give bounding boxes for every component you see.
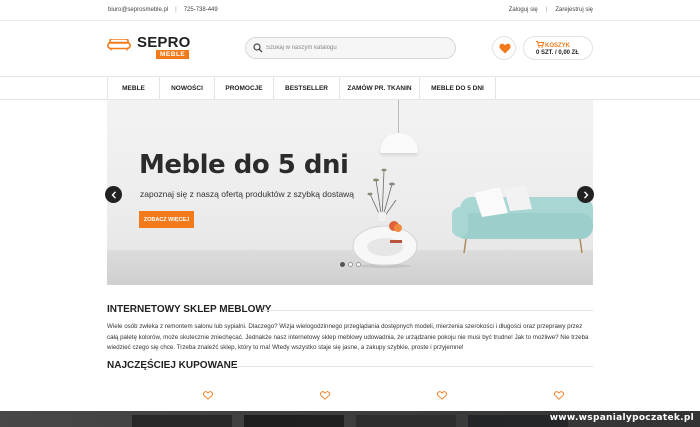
round-table-image	[352, 221, 418, 268]
slider-dot[interactable]	[356, 262, 361, 267]
heart-outline-icon[interactable]	[320, 391, 330, 400]
hero-subtitle: zapoznaj się z naszą ofertą produktów z …	[140, 189, 355, 199]
heart-outline-icon[interactable]	[437, 391, 447, 400]
heart-outline-icon[interactable]	[554, 391, 564, 400]
nav-item-nowosci[interactable]: NOWOŚCI	[159, 77, 214, 100]
contact-info: biuro@seprosmeble.pl | 725-738-449	[108, 7, 218, 13]
heart-outline-icon[interactable]	[203, 391, 213, 400]
sofa-image	[452, 185, 593, 254]
nav-item-meble[interactable]: MEBLE	[107, 77, 159, 100]
hero-title: Meble do 5 dni	[139, 150, 349, 180]
top-bar: biuro@seprosmeble.pl | 725-738-449 Zaloguj…	[0, 0, 700, 21]
section-divider	[232, 366, 593, 367]
nav-item-meble-do-5-dni[interactable]: MEBLE DO 5 DNI	[419, 77, 496, 100]
nav-item-promocje[interactable]: PROMOCJE	[214, 77, 273, 100]
plant-image	[367, 168, 397, 223]
register-link[interactable]: Zarejestruj się	[555, 7, 593, 13]
chevron-right-icon	[583, 190, 588, 199]
login-link[interactable]: Zaloguj się	[509, 7, 538, 13]
header: SEPRO MEBLE KOSZYK 0 SZT. / 0,00 ZŁ	[0, 21, 700, 76]
section-divider	[262, 310, 593, 311]
wishlist-button[interactable]	[492, 36, 516, 60]
search-box	[245, 37, 456, 59]
slider-next-button[interactable]	[577, 186, 594, 203]
account-links: Zaloguj się | Zarejestruj się	[508, 7, 593, 13]
cart-label: KOSZYK	[545, 43, 571, 49]
nav-item-zamow-probki[interactable]: ZAMÓW PR. TKANIN	[339, 77, 419, 100]
cart-icon	[536, 41, 545, 48]
section-title-shop: INTERNETOWY SKLEP MEBLOWY	[107, 304, 272, 315]
hero-slider: Meble do 5 dni zapoznaj się z naszą ofer…	[107, 100, 593, 285]
logo-brand: SEPRO	[137, 34, 191, 51]
watermark-text: www.wspanialypoczatek.pl	[549, 413, 694, 423]
lamp-cord	[398, 100, 399, 133]
main-nav: MEBLE NOWOŚCI PROMOCJE BESTSELLER ZAMÓW …	[0, 76, 700, 100]
intro-text: Wiele osób zwleka z remontem salonu lub …	[107, 323, 589, 351]
slider-dots	[340, 262, 361, 267]
cart-summary: 0 SZT. / 0,00 ZŁ	[536, 50, 580, 56]
cart-label-row: KOSZYK	[536, 41, 570, 49]
chevron-left-icon	[111, 190, 116, 199]
search-icon[interactable]	[253, 43, 263, 53]
section-title-bestsellers: NAJCZĘŚCIEJ KUPOWANE	[107, 360, 238, 371]
search-input[interactable]	[266, 41, 446, 55]
contact-email[interactable]: biuro@seprosmeble.pl	[108, 7, 168, 13]
watermark-bar: www.wspanialypoczatek.pl	[0, 411, 700, 427]
cart-button[interactable]: KOSZYK 0 SZT. / 0,00 ZŁ	[523, 36, 593, 60]
slider-dot[interactable]	[340, 262, 345, 267]
logo[interactable]: SEPRO MEBLE	[107, 33, 190, 63]
logo-sub: MEBLE	[156, 50, 190, 59]
slider-dot[interactable]	[348, 262, 353, 267]
lamp-image	[380, 133, 418, 153]
nav-item-bestseller[interactable]: BESTSELLER	[273, 77, 339, 100]
slider-prev-button[interactable]	[105, 186, 122, 203]
sofa-logo-icon	[107, 39, 131, 51]
heart-icon	[499, 43, 511, 54]
contact-phone[interactable]: 725-738-449	[184, 7, 218, 13]
hero-cta-button[interactable]: ZOBACZ WIĘCEJ	[139, 211, 194, 228]
